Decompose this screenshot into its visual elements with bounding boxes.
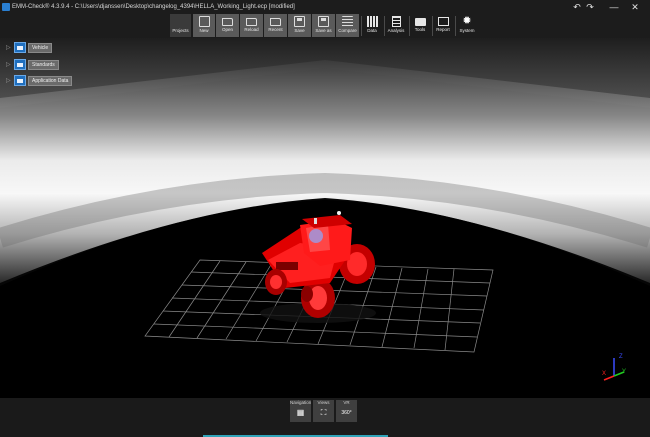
redo-icon[interactable]: ↷ [582, 0, 598, 14]
toolbar-report-button[interactable]: Report [433, 14, 453, 37]
tools-icon [414, 18, 426, 26]
toolbar-new-button[interactable]: New [193, 14, 215, 37]
tree-item-vehicle[interactable]: ▷ Vehicle [6, 42, 53, 53]
close-button[interactable]: ✕ [627, 0, 643, 14]
vr-360-icon: 360° [341, 410, 352, 416]
window-title: EMM-Check® 4.3.9.4 - C:\Users\djanssen\D… [12, 4, 295, 10]
toolbar-new-label: New [199, 28, 209, 33]
application-data-icon [14, 75, 26, 86]
app-logo-icon [2, 3, 10, 11]
vr-button[interactable]: VR 360° [336, 400, 357, 422]
projects-icon [175, 16, 186, 27]
main-toolbar: Projects New Open Reload Recent Save Sav… [0, 14, 650, 38]
axis-y-label: Y [622, 369, 626, 375]
toolbar-compare-label: Compare [338, 28, 357, 33]
tree-item-label: Standards [28, 59, 59, 70]
app-window: EMM-Check® 4.3.9.4 - C:\Users\djanssen\D… [0, 0, 650, 437]
expand-arrow-icon[interactable]: ▷ [6, 77, 14, 84]
recent-folder-icon [270, 18, 281, 26]
toolbar-save-label: Save [294, 28, 305, 33]
bottom-bar: Navigation ▦ Views ⛶ VR 360° [0, 398, 650, 437]
3d-viewport[interactable]: Z Y X ▷ Vehicle ▷ Standards ▷ Applicatio… [0, 38, 650, 398]
toolbar-system-label: System [459, 28, 475, 33]
tree-item-label: Vehicle [28, 42, 53, 53]
expand-arrow-icon[interactable]: ▷ [6, 44, 14, 51]
toolbar-analysis-button[interactable]: Analysis [385, 14, 407, 37]
toolbar-tools-button[interactable]: Tools [410, 14, 430, 37]
navigation-button[interactable]: Navigation ▦ [290, 400, 311, 422]
toolbar-tools-label: Tools [414, 27, 426, 32]
axis-z-label: Z [619, 354, 623, 360]
save-icon [294, 16, 305, 27]
toolbar-compare-button[interactable]: Compare [336, 14, 359, 37]
toolbar-save-as-label: Save as [315, 28, 332, 33]
toolbar-data-button[interactable]: Data [362, 14, 382, 37]
toolbar-recent-label: Recent [268, 27, 283, 32]
toolbar-open-label: Open [221, 27, 233, 32]
system-gear-icon: ✹ [462, 15, 472, 27]
toolbar-projects-button[interactable]: Projects [170, 14, 191, 37]
report-icon [437, 17, 449, 26]
navigation-grid-icon: ▦ [296, 408, 305, 417]
toolbar-save-as-button[interactable]: Save as [312, 14, 335, 37]
fullscreen-icon: ⛶ [320, 408, 327, 417]
new-file-icon [198, 16, 210, 27]
analysis-icon [391, 16, 401, 27]
axis-x-label: X [602, 371, 606, 377]
save-as-icon [318, 16, 329, 27]
toolbar-open-button[interactable]: Open [216, 14, 239, 37]
toolbar-reload-label: Reload [244, 27, 259, 32]
data-icon [366, 16, 378, 27]
expand-arrow-icon[interactable]: ▷ [6, 61, 14, 68]
toolbar-save-button[interactable]: Save [288, 14, 311, 37]
toolbar-system-button[interactable]: ✹ System [456, 14, 478, 37]
tree-item-label: Application Data [28, 75, 73, 86]
views-button[interactable]: Views ⛶ [313, 400, 334, 422]
toolbar-report-label: Report [436, 27, 450, 32]
toolbar-reload-button[interactable]: Reload [240, 14, 263, 37]
scene-canvas[interactable]: Z Y X [0, 38, 650, 398]
toolbar-recent-button[interactable]: Recent [264, 14, 287, 37]
toolbar-analysis-label: Analysis [387, 28, 405, 33]
open-folder-icon [222, 18, 233, 26]
toolbar-projects-label: Projects [172, 28, 189, 33]
toolbar-data-label: Data [367, 28, 377, 33]
title-bar: EMM-Check® 4.3.9.4 - C:\Users\djanssen\D… [0, 0, 650, 14]
tree-item-application-data[interactable]: ▷ Application Data [6, 75, 73, 86]
compare-icon [342, 16, 353, 27]
vehicle-icon [14, 42, 26, 53]
standards-icon [14, 59, 26, 70]
minimize-button[interactable]: — [606, 0, 622, 14]
reload-folder-icon [246, 18, 257, 26]
tree-item-standards[interactable]: ▷ Standards [6, 59, 59, 70]
